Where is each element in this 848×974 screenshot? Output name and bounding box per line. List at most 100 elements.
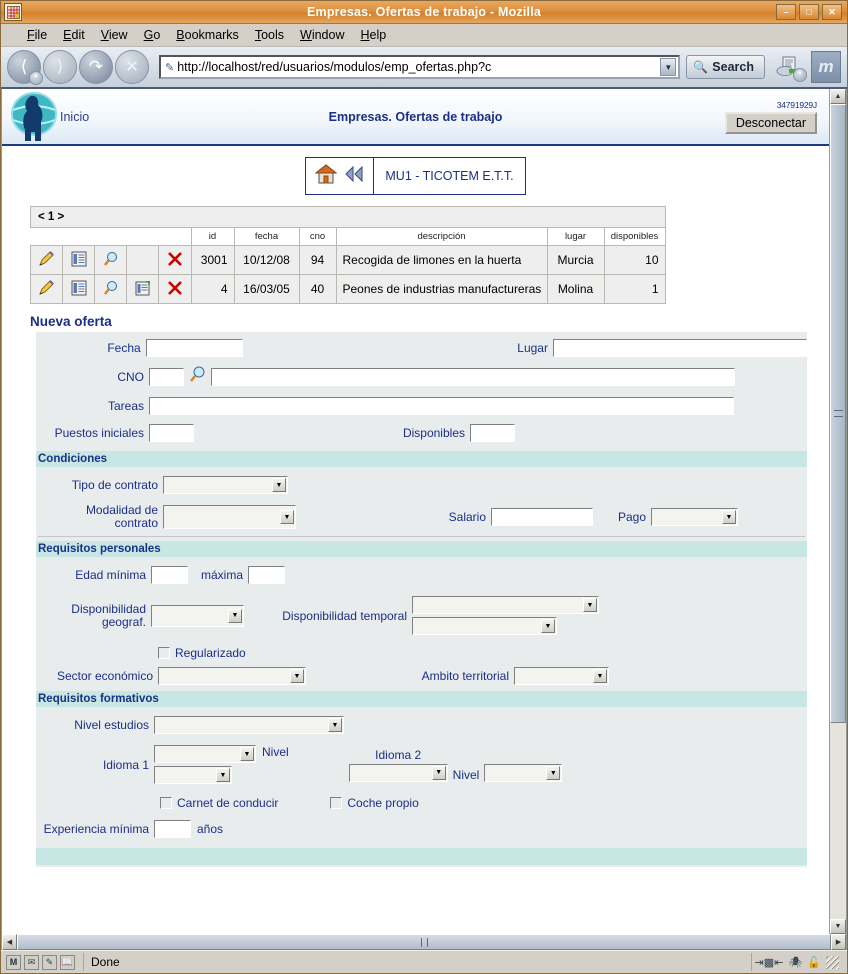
carnet-conducir-checkbox[interactable] <box>160 797 172 809</box>
lugar-label: Lugar <box>517 341 548 355</box>
scroll-left-arrow-icon[interactable]: ◀ <box>2 934 17 950</box>
ambito-territorial-select[interactable]: ▼ <box>514 667 609 685</box>
list-icon[interactable] <box>62 245 95 275</box>
cno-lookup-magnifier-icon[interactable] <box>184 366 211 388</box>
pencil-edit-icon[interactable] <box>30 274 63 304</box>
breadcrumb-label[interactable]: MU1 - TICOTEM E.T.T. <box>374 158 524 194</box>
addressbook-icon[interactable]: 📖 <box>60 954 75 970</box>
idioma2-nivel-select[interactable]: ▼ <box>484 764 563 782</box>
magnifier-icon[interactable] <box>94 274 127 304</box>
fecha-input[interactable] <box>145 339 243 357</box>
hscroll-thumb[interactable] <box>17 934 831 950</box>
menu-view[interactable]: View <box>93 26 136 44</box>
modalidad-select[interactable]: ▼ <box>163 505 296 529</box>
disponibles-input[interactable] <box>470 424 515 442</box>
chevron-down-icon[interactable]: ▼ <box>660 58 677 76</box>
nivel-estudios-select[interactable]: ▼ <box>154 716 344 734</box>
menu-tools[interactable]: Tools <box>247 26 292 44</box>
disponibilidad-temporal-select-1[interactable]: ▼ <box>412 596 599 614</box>
vertical-scrollbar[interactable]: ▲ ▼ <box>829 89 846 934</box>
disponibilidad-temporal-select-2[interactable]: ▼ <box>412 617 557 635</box>
lugar-input[interactable] <box>552 339 807 357</box>
url-input[interactable]: http://localhost/red/usuarios/modulos/em… <box>177 60 660 74</box>
tipo-contrato-select[interactable]: ▼ <box>163 476 288 494</box>
menu-go[interactable]: Go <box>136 26 169 44</box>
logout-button[interactable]: Desconectar <box>724 111 817 134</box>
rewind-icon[interactable] <box>344 165 364 188</box>
url-bar[interactable]: ✎ http://localhost/red/usuarios/modulos/… <box>159 55 681 79</box>
new-doc-icon[interactable] <box>126 274 159 304</box>
list-icon[interactable] <box>62 274 95 304</box>
menu-bookmarks[interactable]: Bookmarks <box>168 26 247 44</box>
horizontal-scrollbar[interactable]: ◀ ▶ <box>1 934 847 950</box>
experiencia-unit-label: años <box>197 822 224 836</box>
scroll-right-arrow-icon[interactable]: ▶ <box>831 934 846 950</box>
back-dropdown-icon[interactable]: ▾ <box>29 71 43 85</box>
print-icon[interactable]: ▾ <box>771 50 807 84</box>
print-dropdown-icon[interactable]: ▾ <box>793 68 807 82</box>
delete-x-icon[interactable] <box>158 245 192 275</box>
cno-input[interactable] <box>149 368 184 386</box>
window-title: Empresas. Ofertas de trabajo - Mozilla <box>306 5 542 19</box>
coche-propio-checkbox[interactable] <box>330 797 343 809</box>
browser-viewport: Inicio Empresas. Ofertas de trabajo 3479… <box>1 89 847 934</box>
salario-input[interactable] <box>491 508 593 526</box>
idioma1-nivel-select[interactable]: ▼ <box>154 766 232 784</box>
menu-edit[interactable]: Edit <box>55 26 93 44</box>
pago-label: Pago <box>617 510 646 524</box>
offers-table: < 1 > id fecha cno descripción lugar dis… <box>30 206 666 304</box>
back-arrow-icon[interactable]: ⟨ ▾ <box>7 50 43 85</box>
maximize-button[interactable]: □ <box>799 4 819 20</box>
tareas-input[interactable] <box>149 397 734 415</box>
ambito-territorial-label: Ambito territorial <box>421 669 509 683</box>
mozilla-logo-icon[interactable]: m <box>811 51 841 83</box>
pago-select[interactable]: ▼ <box>651 508 738 526</box>
statusbar-divider <box>83 953 84 971</box>
pencil-edit-icon[interactable] <box>30 245 63 275</box>
cno-description-input[interactable] <box>211 368 735 386</box>
stop-icon[interactable]: ✕ <box>115 50 149 84</box>
menu-help[interactable]: Help <box>352 26 394 44</box>
modalidad-label: Modalidad de contrato <box>85 503 158 530</box>
pager-label[interactable]: < 1 > <box>30 206 666 228</box>
disponibilidad-geograf-select[interactable]: ▼ <box>151 604 244 627</box>
delete-x-icon[interactable] <box>158 274 192 304</box>
status-bar: 𝐌 ✉ ✎ 📖 Done ⇥▩⇤ 🕷 🔓 <box>1 950 847 973</box>
reload-icon[interactable]: ↷ <box>79 50 113 84</box>
minimize-button[interactable]: – <box>776 4 796 20</box>
home-link[interactable]: Inicio <box>60 110 89 124</box>
experiencia-minima-input[interactable] <box>154 820 191 838</box>
chevron-down-icon: ▼ <box>280 510 294 524</box>
vscroll-track[interactable] <box>830 104 846 919</box>
scroll-up-arrow-icon[interactable]: ▲ <box>830 89 846 104</box>
shield-icon[interactable]: 🕷 <box>788 956 802 969</box>
table-header-row: id fecha cno descripción lugar disponibl… <box>30 227 666 246</box>
resize-grip-icon[interactable] <box>826 955 839 969</box>
mail-icon[interactable]: ✉ <box>24 954 39 970</box>
lock-icon[interactable]: 🔓 <box>807 956 821 969</box>
cell-lugar: Murcia <box>546 245 605 275</box>
browser-icon[interactable]: 𝐌 <box>6 954 21 970</box>
sector-economico-select[interactable]: ▼ <box>158 667 306 685</box>
home-icon[interactable] <box>314 163 338 189</box>
proxy-icon[interactable]: ⇥▩⇤ <box>755 956 784 969</box>
puestos-input[interactable] <box>149 424 194 442</box>
edad-minima-input[interactable] <box>151 566 188 584</box>
magnifier-icon[interactable] <box>94 245 127 275</box>
edad-maxima-input[interactable] <box>248 566 285 584</box>
scroll-down-arrow-icon[interactable]: ▼ <box>830 919 846 934</box>
menu-file[interactable]: FFileile <box>19 26 55 44</box>
menu-window[interactable]: Window <box>292 26 352 44</box>
hscroll-track[interactable] <box>17 934 831 950</box>
idioma2-select[interactable]: ▼ <box>348 763 448 782</box>
vscroll-thumb[interactable] <box>830 104 846 724</box>
close-button[interactable]: ✕ <box>822 4 842 20</box>
cell-cno: 40 <box>298 274 337 304</box>
search-button[interactable]: 🔍 Search <box>686 55 765 79</box>
regularizado-checkbox[interactable] <box>158 647 170 659</box>
idioma1-select[interactable]: ▼ <box>154 745 256 763</box>
sector-economico-label: Sector económico <box>56 669 153 683</box>
compose-icon[interactable]: ✎ <box>42 954 57 970</box>
forward-arrow-icon[interactable]: ⟩ <box>43 50 77 84</box>
mozilla-window-icon <box>4 3 22 21</box>
